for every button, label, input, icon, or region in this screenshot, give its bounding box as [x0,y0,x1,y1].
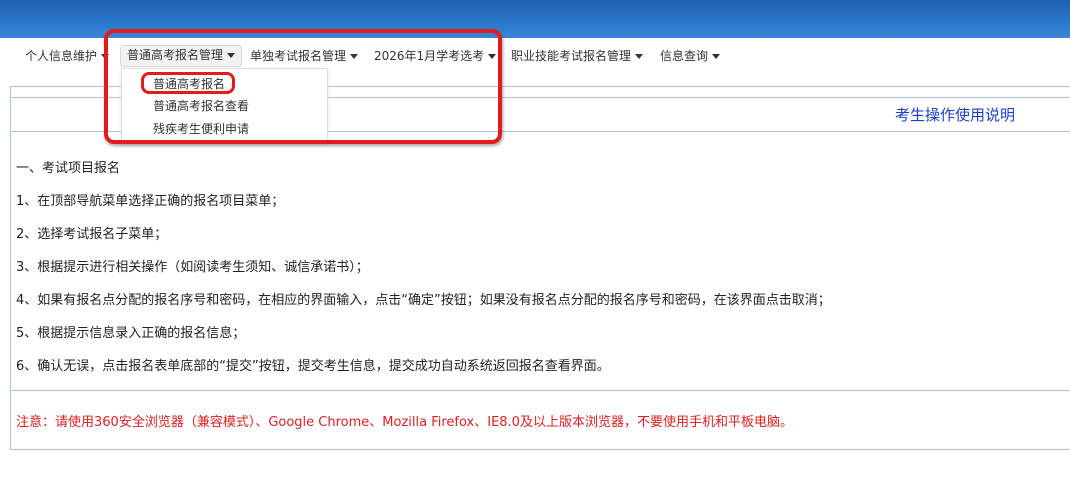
section-heading: 一、考试项目报名 [16,161,121,176]
instruction-step: 4、如果有报名点分配的报名序号和密码，在相应的界面输入，点击“确定”按钮；如果没… [16,293,831,308]
annotation-highlight-menu-item [141,72,235,94]
browser-notice: 注意：请使用360安全浏览器（兼容模式）、Google Chrome、Mozil… [16,415,793,430]
nav-item-label: 职业技能考试报名管理 [511,49,632,63]
instruction-step: 5、根据提示信息录入正确的报名信息； [16,326,246,341]
nav-item-info-query[interactable]: 信息查询 [660,47,721,67]
caret-down-icon [712,54,721,59]
nav-item-label: 个人信息维护 [25,49,98,63]
instruction-step: 2、选择考试报名子菜单； [16,227,168,242]
caret-down-icon [635,54,644,59]
divider [10,390,1070,391]
nav-item-personal-info[interactable]: 个人信息维护 [25,47,110,67]
instruction-step: 1、在顶部导航菜单选择正确的报名项目菜单； [16,194,285,209]
instruction-step: 3、根据提示进行相关操作（如阅读考生须知、诚信承诺书）； [16,260,369,275]
instruction-step: 6、确认无误，点击报名表单底部的“提交”按钮，提交考生信息，提交成功自动系统返回… [16,359,610,374]
nav-item-label: 信息查询 [660,49,709,63]
user-guide-link[interactable]: 考生操作使用说明 [895,104,1015,125]
nav-item-vocational-skill-registration[interactable]: 职业技能考试报名管理 [511,47,644,67]
